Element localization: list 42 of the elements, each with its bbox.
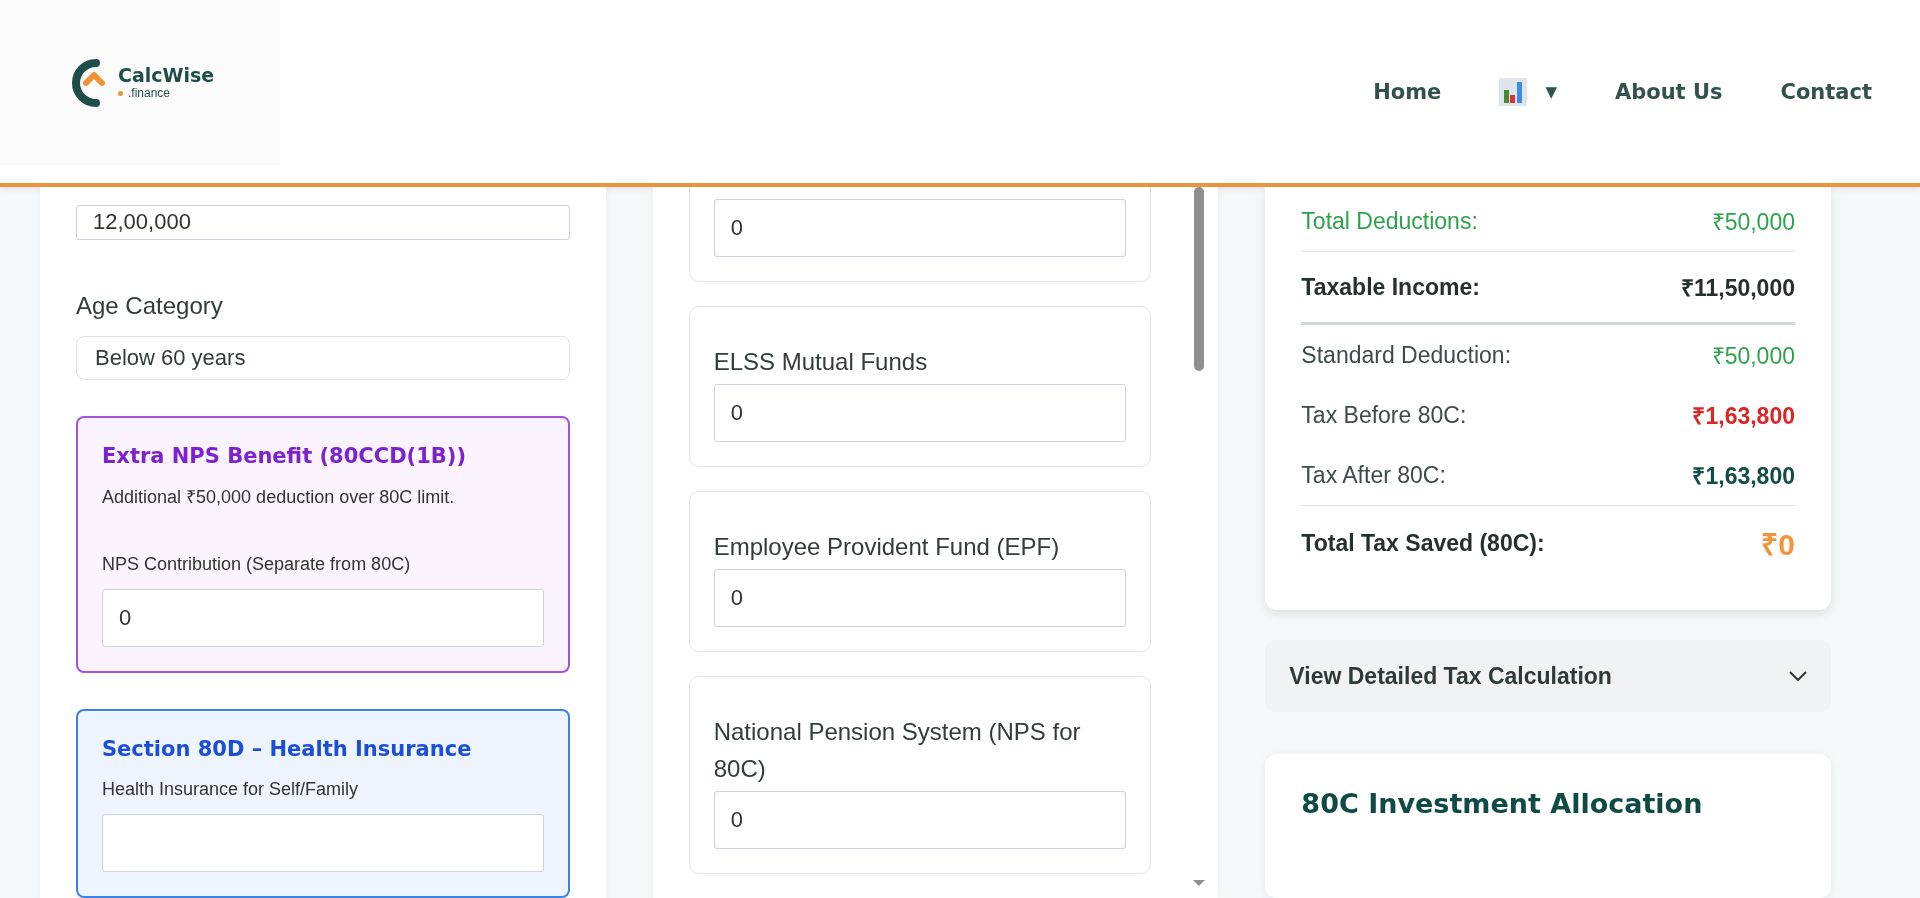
summary-value: ₹0 — [1761, 526, 1795, 563]
summary-label: Standard Deduction: — [1301, 341, 1512, 369]
nav-link[interactable]: Home — [1373, 79, 1442, 104]
field-label: National Pension System (NPS for 80C) — [713, 717, 1082, 784]
dot-icon — [118, 90, 123, 96]
brand-suffix: .finance — [128, 87, 171, 99]
card-title: Extra NPS Benefit (80CCD(1B)) — [102, 444, 467, 468]
chevron-icon — [1789, 671, 1807, 681]
brand-name: CalcWise — [118, 66, 215, 85]
income-field[interactable]: 12,00,000 — [76, 205, 570, 240]
amount-input-field[interactable]: 0 — [713, 384, 1126, 442]
chart-menu-button[interactable]: ▼ — [1499, 77, 1557, 106]
card-description: Additional ₹50,000 deduction over 80C limit. — [102, 486, 456, 508]
summary-value: ₹11,50,000 — [1680, 274, 1795, 303]
scroll-down-icon[interactable] — [1193, 880, 1206, 886]
bar-chart-icon — [1499, 77, 1528, 106]
summary-value: ₹50,000 — [1711, 342, 1795, 371]
detailed-calculation-toggle[interactable]: View Detailed Tax Calculation — [1265, 640, 1831, 712]
summary-label: Taxable Income: — [1301, 273, 1480, 301]
summary-label: Total Deductions: — [1301, 207, 1478, 235]
card-title: 80C Investment Allocation — [1301, 788, 1704, 819]
summary-label: Total Tax Saved (80C): — [1301, 529, 1545, 557]
summary-label: Tax After 80C: — [1301, 461, 1446, 489]
field-label: Health Insurance for Self/Family — [102, 779, 360, 800]
amount-input-field[interactable]: 0 — [713, 791, 1126, 849]
field-label: Employee Provident Fund (EPF) — [713, 532, 1061, 562]
nav-link[interactable]: Contact — [1780, 79, 1872, 104]
field-label: NPS Contribution (Separate from 80C) — [102, 554, 412, 575]
scrollbar-thumb[interactable] — [1194, 187, 1205, 371]
summary-value: ₹50,000 — [1711, 208, 1795, 237]
field-label: ELSS Mutual Funds — [713, 347, 929, 377]
card-title: Section 80D – Health Insurance — [102, 737, 473, 761]
summary-label: Tax Before 80C: — [1301, 401, 1467, 429]
amount-input-field[interactable]: 0 — [713, 199, 1126, 257]
nps-input-field[interactable]: 0 — [102, 589, 544, 647]
age-category-select[interactable]: Below 60 years — [76, 335, 570, 380]
field-label: Age Category — [76, 291, 224, 320]
amount-input-field[interactable]: 0 — [713, 569, 1126, 627]
summary-value: ₹1,63,800 — [1692, 462, 1795, 491]
summary-value: ₹1,63,800 — [1692, 402, 1795, 431]
nav-link[interactable]: About Us — [1614, 79, 1723, 104]
health-input-field[interactable] — [102, 814, 544, 872]
